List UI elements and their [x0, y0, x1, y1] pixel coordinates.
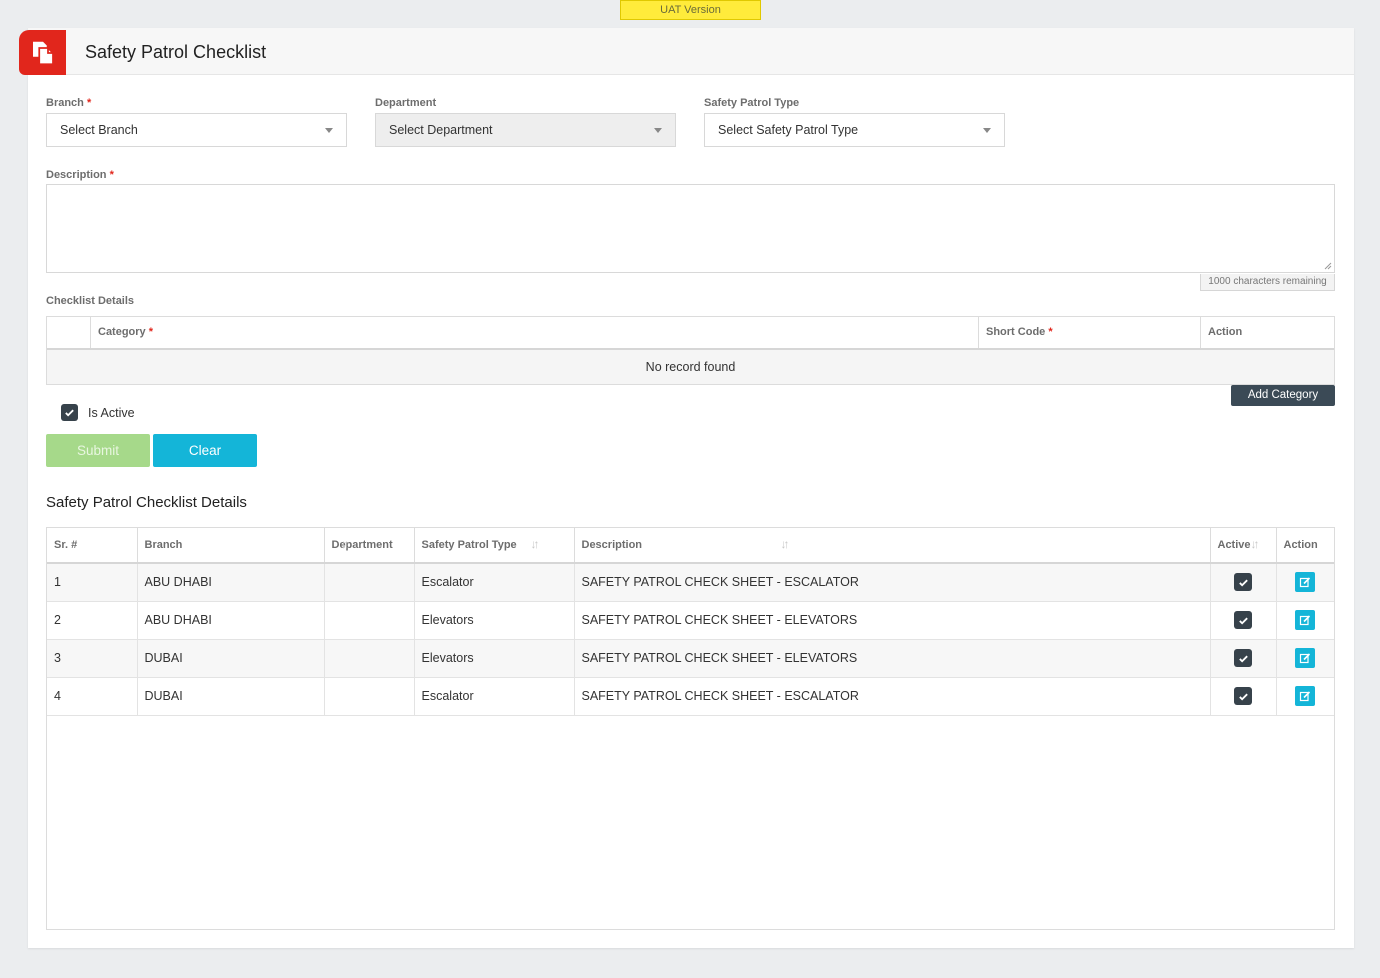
page-title: Safety Patrol Checklist: [85, 42, 267, 62]
col-branch[interactable]: Branch: [137, 528, 325, 564]
active-checkbox[interactable]: [1234, 611, 1252, 629]
cell-department: [324, 639, 415, 678]
checklist-table-header: Category * Short Code * Action: [47, 317, 1334, 350]
is-active-checkbox[interactable]: [61, 404, 78, 421]
patrol-type-select[interactable]: Select Safety Patrol Type: [704, 113, 1005, 147]
checklist-col-action: Action: [1208, 326, 1243, 338]
sort-icon: ↓↑: [530, 537, 540, 551]
add-category-button[interactable]: Add Category: [1231, 385, 1335, 406]
description-textarea[interactable]: [46, 184, 1335, 273]
cell-description: SAFETY PATROL CHECK SHEET - ELEVATORS: [574, 639, 1211, 678]
cell-department: [324, 677, 415, 716]
cell-sr: 3: [47, 639, 138, 678]
check-icon: [1238, 579, 1248, 587]
cell-department: [324, 563, 415, 602]
check-icon: [1238, 655, 1248, 663]
cell-description: SAFETY PATROL CHECK SHEET - ESCALATOR: [574, 563, 1211, 602]
cell-active: [1210, 601, 1277, 640]
col-department[interactable]: Department ↓↑: [324, 528, 415, 564]
cell-patrol-type: Elevators: [414, 639, 575, 678]
cell-action: [1276, 639, 1334, 678]
submit-button[interactable]: Submit: [46, 434, 150, 467]
details-section-title: Safety Patrol Checklist Details: [46, 494, 247, 511]
cell-patrol-type: Escalator: [414, 677, 575, 716]
edit-icon: [1300, 577, 1311, 588]
page-header: Safety Patrol Checklist: [19, 28, 1354, 75]
cell-branch: ABU DHABI: [137, 601, 325, 640]
edit-button[interactable]: [1295, 610, 1316, 630]
cell-description: SAFETY PATROL CHECK SHEET - ESCALATOR: [574, 677, 1211, 716]
checklist-details-title: Checklist Details: [46, 295, 135, 307]
checklist-table: Category * Short Code * Action No record…: [46, 316, 1335, 385]
edit-button[interactable]: [1295, 648, 1316, 668]
cell-action: [1276, 677, 1334, 716]
department-label: Department: [375, 97, 437, 109]
col-description[interactable]: Description ↓↑: [574, 528, 1211, 564]
cell-active: [1210, 563, 1277, 602]
cell-action: [1276, 563, 1334, 602]
cell-action: [1276, 601, 1334, 640]
cell-sr: 1: [47, 563, 138, 602]
chevron-down-icon: [325, 128, 333, 133]
check-icon: [65, 409, 74, 417]
main-card: Safety Patrol Checklist Branch * Select …: [19, 28, 1354, 948]
clear-button[interactable]: Clear: [153, 434, 257, 467]
checklist-col-category: Category *: [91, 317, 979, 348]
sort-icon: ↓↑: [1250, 537, 1260, 551]
char-counter: 1000 characters remaining: [1200, 274, 1335, 291]
description-label: Description *: [46, 169, 114, 181]
cell-sr: 4: [47, 677, 138, 716]
cell-branch: ABU DHABI: [137, 563, 325, 602]
department-select-value: Select Department: [389, 123, 493, 137]
branch-select[interactable]: Select Branch: [46, 113, 347, 147]
sort-icon: ↓↑: [780, 537, 790, 551]
details-table: Sr. # Branch Department ↓↑ Safety Patrol …: [46, 527, 1335, 930]
table-row: 1 ABU DHABI Escalator SAFETY PATROL CHECK S…: [47, 563, 1334, 602]
table-row: 3 DUBAI Elevators SAFETY PATROL CHECK SHEET…: [47, 639, 1334, 678]
col-action: Action: [1276, 528, 1334, 564]
patrol-type-label: Safety Patrol Type: [704, 97, 800, 109]
checklist-col-short-code: Short Code *: [979, 317, 1201, 348]
cell-description: SAFETY PATROL CHECK SHEET - ELEVATORS: [574, 601, 1211, 640]
is-active-label: Is Active: [88, 406, 135, 420]
patrol-type-select-value: Select Safety Patrol Type: [718, 123, 859, 137]
cell-patrol-type: Elevators: [414, 601, 575, 640]
cell-active: [1210, 677, 1277, 716]
cell-sr: 2: [47, 601, 138, 640]
sort-icon: ↓↑: [340, 537, 350, 551]
branch-label: Branch *: [46, 97, 92, 109]
edit-icon: [1300, 615, 1311, 626]
col-sr[interactable]: Sr. #: [47, 528, 138, 564]
chevron-down-icon: [654, 128, 662, 133]
cell-branch: DUBAI: [137, 677, 325, 716]
edit-icon: [1300, 691, 1311, 702]
edit-button[interactable]: [1295, 686, 1316, 706]
resize-grip-icon[interactable]: [1324, 262, 1332, 270]
uat-version-banner: UAT Version: [620, 0, 761, 20]
checklist-col-blank: [47, 317, 91, 348]
cell-patrol-type: Escalator: [414, 563, 575, 602]
active-checkbox[interactable]: [1234, 687, 1252, 705]
cell-branch: DUBAI: [137, 639, 325, 678]
table-row: 4 DUBAI Escalator SAFETY PATROL CHECK SHEET…: [47, 677, 1334, 716]
checklist-empty-message: No record found: [47, 350, 1334, 384]
chevron-down-icon: [983, 128, 991, 133]
active-checkbox[interactable]: [1234, 649, 1252, 667]
branch-select-value: Select Branch: [60, 123, 138, 137]
department-select[interactable]: Select Department: [375, 113, 676, 147]
cell-department: [324, 601, 415, 640]
col-active[interactable]: Active ↓↑: [1210, 528, 1277, 564]
details-table-header: Sr. # Branch Department ↓↑ Safety Patrol …: [47, 528, 1334, 564]
cell-active: [1210, 639, 1277, 678]
edit-icon: [1300, 653, 1311, 664]
active-checkbox[interactable]: [1234, 573, 1252, 592]
document-copy-icon: [19, 30, 66, 75]
check-icon: [1238, 693, 1248, 701]
table-row: 2 ABU DHABI Elevators SAFETY PATROL CHECK S…: [47, 601, 1334, 640]
col-patrol-type[interactable]: Safety Patrol Type ↓↑: [414, 528, 575, 564]
check-icon: [1238, 617, 1248, 625]
edit-button[interactable]: [1295, 572, 1316, 593]
